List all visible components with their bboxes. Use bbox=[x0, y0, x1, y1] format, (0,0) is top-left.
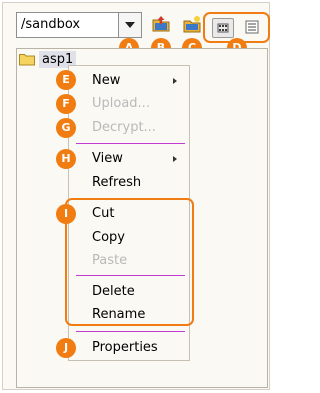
grid-view-icon bbox=[217, 23, 229, 33]
menu-item-new[interactable]: New bbox=[92, 73, 120, 88]
path-value: /sandbox bbox=[21, 17, 81, 32]
menu-item-upload: Upload... bbox=[92, 96, 150, 111]
callout-j: J bbox=[56, 338, 76, 358]
folder-icon bbox=[19, 54, 35, 66]
chevron-down-icon[interactable] bbox=[118, 13, 141, 37]
menu-item-view[interactable]: View bbox=[92, 151, 123, 166]
menu-separator bbox=[76, 331, 185, 332]
menu-item-paste: Paste bbox=[92, 253, 128, 268]
menu-item-properties[interactable]: Properties bbox=[92, 340, 158, 355]
menu-item-decrypt: Decrypt... bbox=[92, 120, 156, 135]
callout-i: I bbox=[56, 204, 76, 224]
callout-h: H bbox=[56, 149, 76, 169]
menu-item-refresh[interactable]: Refresh bbox=[92, 175, 141, 190]
callout-f: F bbox=[56, 94, 76, 114]
menu-item-rename[interactable]: Rename bbox=[92, 307, 145, 322]
callout-g: G bbox=[56, 118, 76, 138]
new-folder-icon[interactable] bbox=[183, 15, 201, 33]
menu-separator bbox=[76, 143, 185, 144]
callout-e: E bbox=[56, 70, 76, 90]
path-dropdown[interactable]: /sandbox bbox=[16, 12, 142, 38]
menu-item-cut[interactable]: Cut bbox=[92, 206, 114, 221]
submenu-arrow-icon bbox=[173, 78, 177, 84]
grid-view-button[interactable] bbox=[212, 18, 234, 38]
list-view-button[interactable] bbox=[242, 18, 264, 38]
menu-item-delete[interactable]: Delete bbox=[92, 284, 135, 299]
menu-item-copy[interactable]: Copy bbox=[92, 230, 125, 245]
menu-separator bbox=[76, 275, 185, 276]
list-view-icon bbox=[245, 20, 259, 34]
submenu-arrow-icon bbox=[173, 156, 177, 162]
upload-icon[interactable] bbox=[152, 15, 170, 33]
